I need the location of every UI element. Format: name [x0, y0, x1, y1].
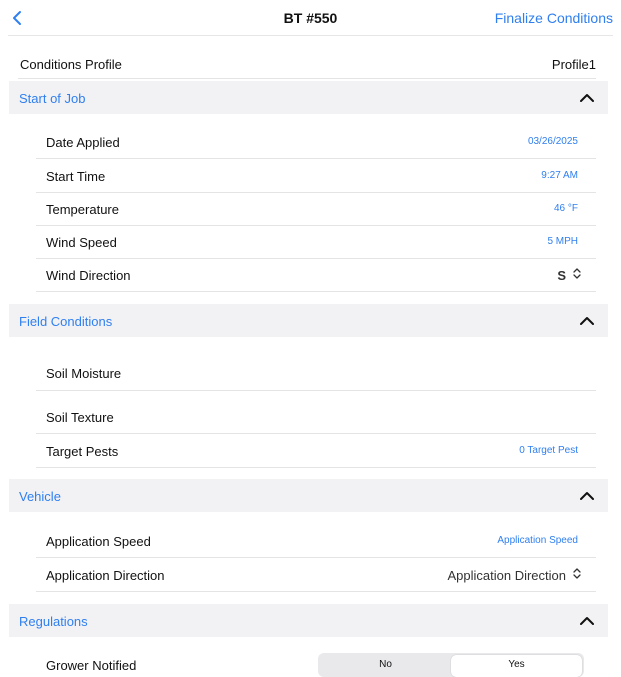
- start-time-value[interactable]: 9:27 AM: [541, 170, 578, 181]
- target-pests-value[interactable]: 0 Target Pest: [519, 445, 578, 456]
- application-direction-label: Application Direction: [46, 568, 165, 583]
- up-down-chevron-icon: [572, 567, 582, 583]
- target-pests-row[interactable]: Target Pests 0 Target Pest: [36, 434, 596, 468]
- temperature-label: Temperature: [46, 202, 119, 217]
- grower-notified-segmented-control[interactable]: No Yes: [318, 653, 584, 677]
- navigation-bar: BT #550 Finalize Conditions: [8, 0, 613, 36]
- application-direction-value: Application Direction: [447, 567, 566, 583]
- temperature-value[interactable]: 46 °F: [554, 203, 578, 214]
- application-direction-row[interactable]: Application Direction Application Direct…: [36, 558, 596, 592]
- wind-direction-label: Wind Direction: [46, 268, 131, 283]
- up-down-chevron-icon: [572, 267, 582, 283]
- temperature-row[interactable]: Temperature 46 °F: [36, 192, 596, 226]
- chevron-up-icon[interactable]: [580, 489, 594, 501]
- section-header-start-of-job[interactable]: Start of Job: [9, 81, 608, 114]
- wind-direction-picker[interactable]: S: [557, 267, 582, 283]
- segment-option-no[interactable]: No: [320, 655, 451, 677]
- soil-moisture-row[interactable]: Soil Moisture: [36, 348, 596, 391]
- soil-moisture-label: Soil Moisture: [46, 366, 122, 381]
- date-applied-label: Date Applied: [46, 135, 120, 150]
- date-applied-value[interactable]: 03/26/2025: [528, 136, 578, 147]
- application-direction-picker[interactable]: Application Direction: [447, 567, 582, 583]
- target-pests-label: Target Pests: [46, 444, 119, 459]
- section-title-start-of-job: Start of Job: [19, 91, 86, 106]
- conditions-profile-value: Profile1: [551, 57, 596, 72]
- soil-texture-row[interactable]: Soil Texture: [36, 391, 596, 434]
- segment-option-yes[interactable]: Yes: [451, 655, 582, 677]
- section-header-regulations[interactable]: Regulations: [9, 604, 608, 637]
- wind-direction-row[interactable]: Wind Direction S: [36, 258, 596, 292]
- wind-direction-value: S: [557, 267, 566, 283]
- finalize-conditions-button[interactable]: Finalize Conditions: [495, 10, 613, 26]
- grower-notified-label: Grower Notified: [46, 658, 137, 673]
- section-title-field-conditions: Field Conditions: [19, 314, 113, 329]
- wind-speed-value[interactable]: 5 MPH: [547, 236, 578, 247]
- conditions-profile-label: Conditions Profile: [20, 57, 122, 72]
- wind-speed-row[interactable]: Wind Speed 5 MPH: [36, 225, 596, 259]
- wind-speed-label: Wind Speed: [46, 235, 117, 250]
- start-time-label: Start Time: [46, 169, 106, 184]
- application-speed-value[interactable]: Application Speed: [497, 535, 578, 546]
- conditions-profile-row[interactable]: Conditions Profile Profile1: [18, 50, 596, 79]
- application-speed-label: Application Speed: [46, 534, 151, 549]
- soil-texture-label: Soil Texture: [46, 410, 114, 425]
- section-title-regulations: Regulations: [19, 614, 88, 629]
- application-speed-row[interactable]: Application Speed Application Speed: [36, 524, 596, 558]
- chevron-up-icon[interactable]: [580, 614, 594, 626]
- date-applied-row[interactable]: Date Applied 03/26/2025: [36, 125, 596, 159]
- section-header-field-conditions[interactable]: Field Conditions: [9, 304, 608, 337]
- section-header-vehicle[interactable]: Vehicle: [9, 479, 608, 512]
- chevron-up-icon[interactable]: [580, 91, 594, 103]
- start-time-row[interactable]: Start Time 9:27 AM: [36, 159, 596, 193]
- chevron-up-icon[interactable]: [580, 314, 594, 326]
- section-title-vehicle: Vehicle: [19, 489, 61, 504]
